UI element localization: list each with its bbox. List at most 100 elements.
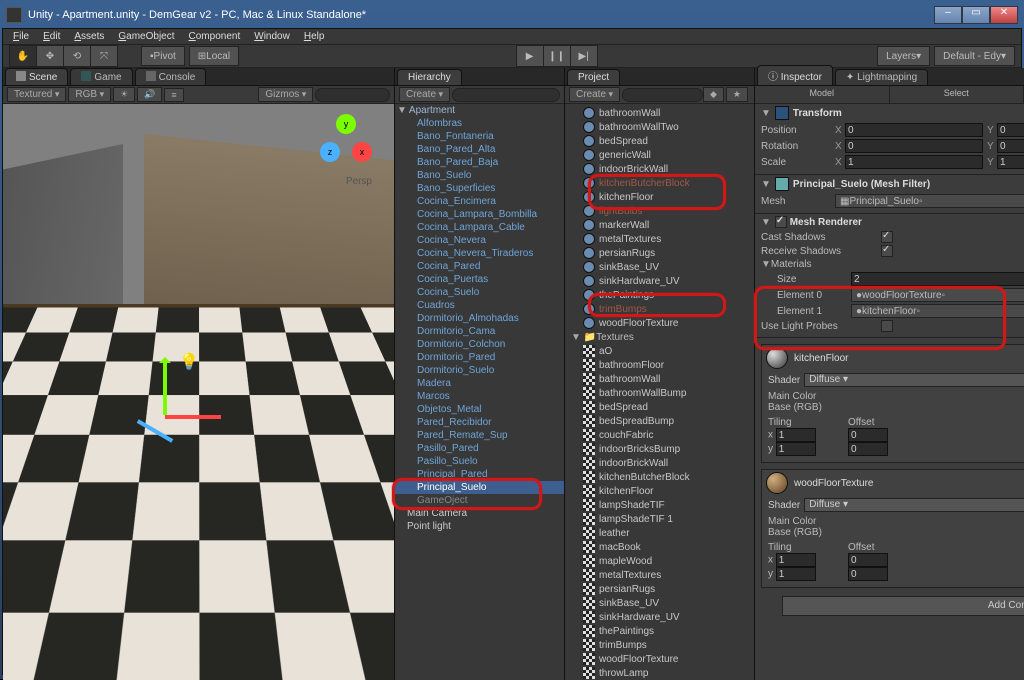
- fx-toggle[interactable]: ≡: [164, 88, 183, 102]
- project-texture-item[interactable]: throwLamp: [565, 666, 754, 680]
- hierarchy-create-dropdown[interactable]: Create ▾: [399, 87, 450, 102]
- hierarchy-item[interactable]: Principal_Suelo: [395, 481, 564, 494]
- receive-shadows-checkbox[interactable]: [881, 245, 893, 257]
- local-toggle[interactable]: ⊞ Local: [189, 46, 239, 66]
- close-button[interactable]: ✕: [990, 6, 1018, 24]
- project-texture-item[interactable]: metalTextures: [565, 568, 754, 582]
- hierarchy-item[interactable]: GameOject: [395, 494, 564, 507]
- menu-gameobject[interactable]: GameObject: [112, 29, 180, 44]
- pivot-toggle[interactable]: ▪ Pivot: [141, 46, 185, 66]
- project-texture-item[interactable]: bathroomWall: [565, 372, 754, 386]
- tab-scene[interactable]: Scene: [5, 68, 68, 85]
- hierarchy-item[interactable]: Bano_Suelo: [395, 169, 564, 182]
- menu-window[interactable]: Window: [248, 29, 296, 44]
- menu-file[interactable]: File: [7, 29, 35, 44]
- tab-game[interactable]: Game: [70, 68, 132, 85]
- minimize-button[interactable]: –: [934, 6, 962, 24]
- renderer-enable-checkbox[interactable]: [775, 216, 787, 228]
- menu-edit[interactable]: Edit: [37, 29, 66, 44]
- hierarchy-item[interactable]: Pared_Remate_Sup: [395, 429, 564, 442]
- project-material-item[interactable]: trimBumps: [565, 302, 754, 316]
- project-material-item[interactable]: indoorBrickWall: [565, 162, 754, 176]
- importer-select-button[interactable]: Select: [890, 86, 1024, 103]
- project-texture-item[interactable]: macBook: [565, 540, 754, 554]
- hierarchy-item[interactable]: Objetos_Metal: [395, 403, 564, 416]
- project-material-item[interactable]: metalTextures: [565, 232, 754, 246]
- rendermode-dropdown[interactable]: RGB ▾: [68, 87, 111, 102]
- hierarchy-item[interactable]: Point light: [395, 520, 564, 533]
- hand-tool[interactable]: ✋: [9, 45, 37, 67]
- hierarchy-item[interactable]: Dormitorio_Suelo: [395, 364, 564, 377]
- offset-x-input[interactable]: [848, 553, 888, 567]
- move-gizmo[interactable]: [135, 359, 195, 449]
- project-textures-folder[interactable]: ▼ 📁 Textures: [565, 330, 754, 344]
- menu-assets[interactable]: Assets: [68, 29, 110, 44]
- hierarchy-item[interactable]: Marcos: [395, 390, 564, 403]
- menu-help[interactable]: Help: [298, 29, 331, 44]
- offset-y-input[interactable]: [848, 442, 888, 456]
- project-search-input[interactable]: [622, 88, 703, 102]
- project-texture-item[interactable]: persianRugs: [565, 582, 754, 596]
- offset-y-input[interactable]: [848, 567, 888, 581]
- project-texture-item[interactable]: sinkHardware_UV: [565, 610, 754, 624]
- hierarchy-item[interactable]: Cuadros: [395, 299, 564, 312]
- pos-x-input[interactable]: [845, 123, 983, 137]
- hierarchy-item[interactable]: Cocina_Lampara_Bombilla: [395, 208, 564, 221]
- mesh-slot[interactable]: ▦ Principal_Suelo ◦: [835, 194, 1024, 208]
- hierarchy-item[interactable]: Principal_Pared: [395, 468, 564, 481]
- project-texture-item[interactable]: leather: [565, 526, 754, 540]
- hierarchy-item[interactable]: Dormitorio_Almohadas: [395, 312, 564, 325]
- tab-project[interactable]: Project: [567, 69, 620, 85]
- tab-console[interactable]: Console: [135, 68, 207, 85]
- cast-shadows-checkbox[interactable]: [881, 231, 893, 243]
- hierarchy-item[interactable]: Dormitorio_Cama: [395, 325, 564, 338]
- project-material-item[interactable]: markerWall: [565, 218, 754, 232]
- titlebar[interactable]: Unity - Apartment.unity - DemGear v2 - P…: [2, 2, 1022, 28]
- material-slot-1[interactable]: ● kitchenFloor ◦: [851, 304, 1024, 318]
- pos-y-input[interactable]: [997, 123, 1024, 137]
- project-material-item[interactable]: sinkBase_UV: [565, 260, 754, 274]
- lighting-toggle[interactable]: ☀: [113, 87, 135, 102]
- hierarchy-item[interactable]: Pasillo_Pared: [395, 442, 564, 455]
- project-material-item[interactable]: kitchenButcherBlock: [565, 176, 754, 190]
- orientation-gizmo[interactable]: y x z: [318, 114, 374, 170]
- project-texture-item[interactable]: sinkBase_UV: [565, 596, 754, 610]
- project-texture-item[interactable]: bathroomWallBump: [565, 386, 754, 400]
- hierarchy-item[interactable]: Bano_Pared_Alta: [395, 143, 564, 156]
- project-filter-icon[interactable]: ◆: [703, 87, 724, 102]
- play-button[interactable]: ▶: [516, 45, 544, 67]
- hierarchy-item[interactable]: Pared_Recibidor: [395, 416, 564, 429]
- light-probes-checkbox[interactable]: [881, 320, 893, 332]
- maximize-button[interactable]: ▭: [962, 6, 990, 24]
- step-button[interactable]: ▶|: [570, 45, 598, 67]
- shading-mode-dropdown[interactable]: Textured ▾: [7, 87, 66, 102]
- hierarchy-item[interactable]: Bano_Pared_Baja: [395, 156, 564, 169]
- hierarchy-item[interactable]: Bano_Fontaneria: [395, 130, 564, 143]
- menu-bar[interactable]: File Edit Assets GameObject Component Wi…: [3, 29, 1021, 45]
- hierarchy-item[interactable]: Dormitorio_Pared: [395, 351, 564, 364]
- tiling-y-input[interactable]: [776, 567, 816, 581]
- hierarchy-item[interactable]: Cocina_Nevera: [395, 234, 564, 247]
- project-texture-item[interactable]: lampShadeTIF: [565, 498, 754, 512]
- shader-dropdown[interactable]: Diffuse ▾: [804, 498, 1024, 512]
- scene-search-input[interactable]: [315, 88, 390, 102]
- project-texture-item[interactable]: bathroomFloor: [565, 358, 754, 372]
- hierarchy-item[interactable]: Cocina_Encimera: [395, 195, 564, 208]
- gizmos-dropdown[interactable]: Gizmos ▾: [258, 87, 313, 102]
- hierarchy-item[interactable]: Cocina_Suelo: [395, 286, 564, 299]
- tiling-y-input[interactable]: [776, 442, 816, 456]
- hierarchy-item[interactable]: Bano_Superficies: [395, 182, 564, 195]
- tab-hierarchy[interactable]: Hierarchy: [397, 69, 462, 85]
- project-tree[interactable]: bathroomWallbathroomWallTwobedSpreadgene…: [565, 104, 754, 680]
- menu-component[interactable]: Component: [183, 29, 247, 44]
- project-texture-item[interactable]: indoorBrickWall: [565, 456, 754, 470]
- move-tool[interactable]: ✥: [36, 45, 64, 67]
- project-texture-item[interactable]: lampShadeTIF 1: [565, 512, 754, 526]
- scl-x-input[interactable]: [845, 155, 983, 169]
- tab-inspector[interactable]: ⓘ Inspector: [757, 65, 833, 85]
- hierarchy-item[interactable]: Cocina_Puertas: [395, 273, 564, 286]
- project-texture-item[interactable]: trimBumps: [565, 638, 754, 652]
- scl-y-input[interactable]: [997, 155, 1024, 169]
- offset-x-input[interactable]: [848, 428, 888, 442]
- project-material-item[interactable]: persianRugs: [565, 246, 754, 260]
